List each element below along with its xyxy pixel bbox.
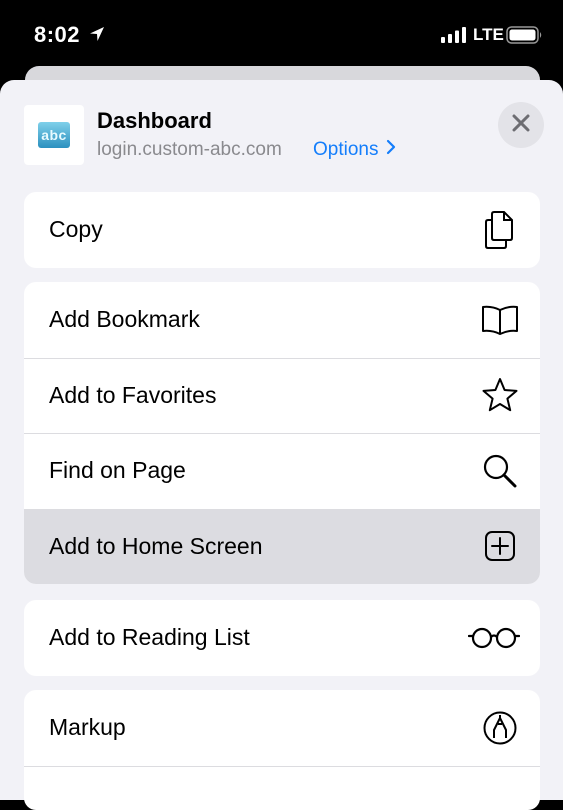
site-logo: abc (38, 122, 70, 148)
action-label: Find on Page (49, 457, 186, 484)
magnifier-icon (480, 451, 520, 491)
cellular-signal-icon (441, 27, 467, 48)
action-add-to-favorites[interactable]: Add to Favorites (24, 358, 540, 434)
action-label: Add to Favorites (49, 382, 216, 409)
actions-group-markup: Markup (24, 690, 540, 810)
chevron-right-icon (386, 139, 396, 161)
markup-pen-icon (480, 708, 520, 748)
page-title: Dashboard (97, 108, 212, 134)
action-label: Markup (49, 714, 126, 741)
battery-icon (506, 26, 544, 49)
share-header: abc Dashboard login.custom-abc.com Optio… (0, 80, 563, 180)
book-icon (480, 300, 520, 340)
actions-group-copy: Copy (24, 192, 540, 268)
action-label: Add Bookmark (49, 306, 200, 333)
page-url: login.custom-abc.com (97, 139, 282, 161)
options-button[interactable]: Options (313, 139, 396, 161)
location-arrow-icon (88, 25, 106, 48)
status-bar: 8:02 LTE (0, 0, 563, 66)
action-label: Add to Reading List (49, 624, 250, 651)
copy-icon (480, 210, 520, 250)
actions-group-reading: Add to Reading List (24, 600, 540, 676)
status-time: 8:02 (34, 22, 80, 48)
action-find-on-page[interactable]: Find on Page (24, 433, 540, 509)
site-thumbnail: abc (24, 105, 84, 165)
action-add-bookmark[interactable]: Add Bookmark (24, 282, 540, 358)
close-icon (512, 114, 530, 137)
star-icon (480, 375, 520, 415)
action-copy[interactable]: Copy (24, 192, 540, 268)
plus-square-icon (480, 526, 520, 566)
actions-group-page: Add Bookmark Add to Favorites Find on Pa… (24, 282, 540, 584)
close-button[interactable] (498, 102, 544, 148)
action-label: Add to Home Screen (49, 533, 263, 560)
network-type: LTE (473, 25, 504, 45)
share-sheet: abc Dashboard login.custom-abc.com Optio… (0, 80, 563, 800)
action-add-to-reading-list[interactable]: Add to Reading List (24, 600, 540, 676)
action-add-to-home-screen[interactable]: Add to Home Screen (24, 509, 540, 585)
glasses-icon (468, 618, 520, 658)
action-next-partial[interactable] (24, 766, 540, 810)
options-label: Options (313, 139, 378, 161)
action-markup[interactable]: Markup (24, 690, 540, 766)
action-label: Copy (49, 216, 103, 243)
